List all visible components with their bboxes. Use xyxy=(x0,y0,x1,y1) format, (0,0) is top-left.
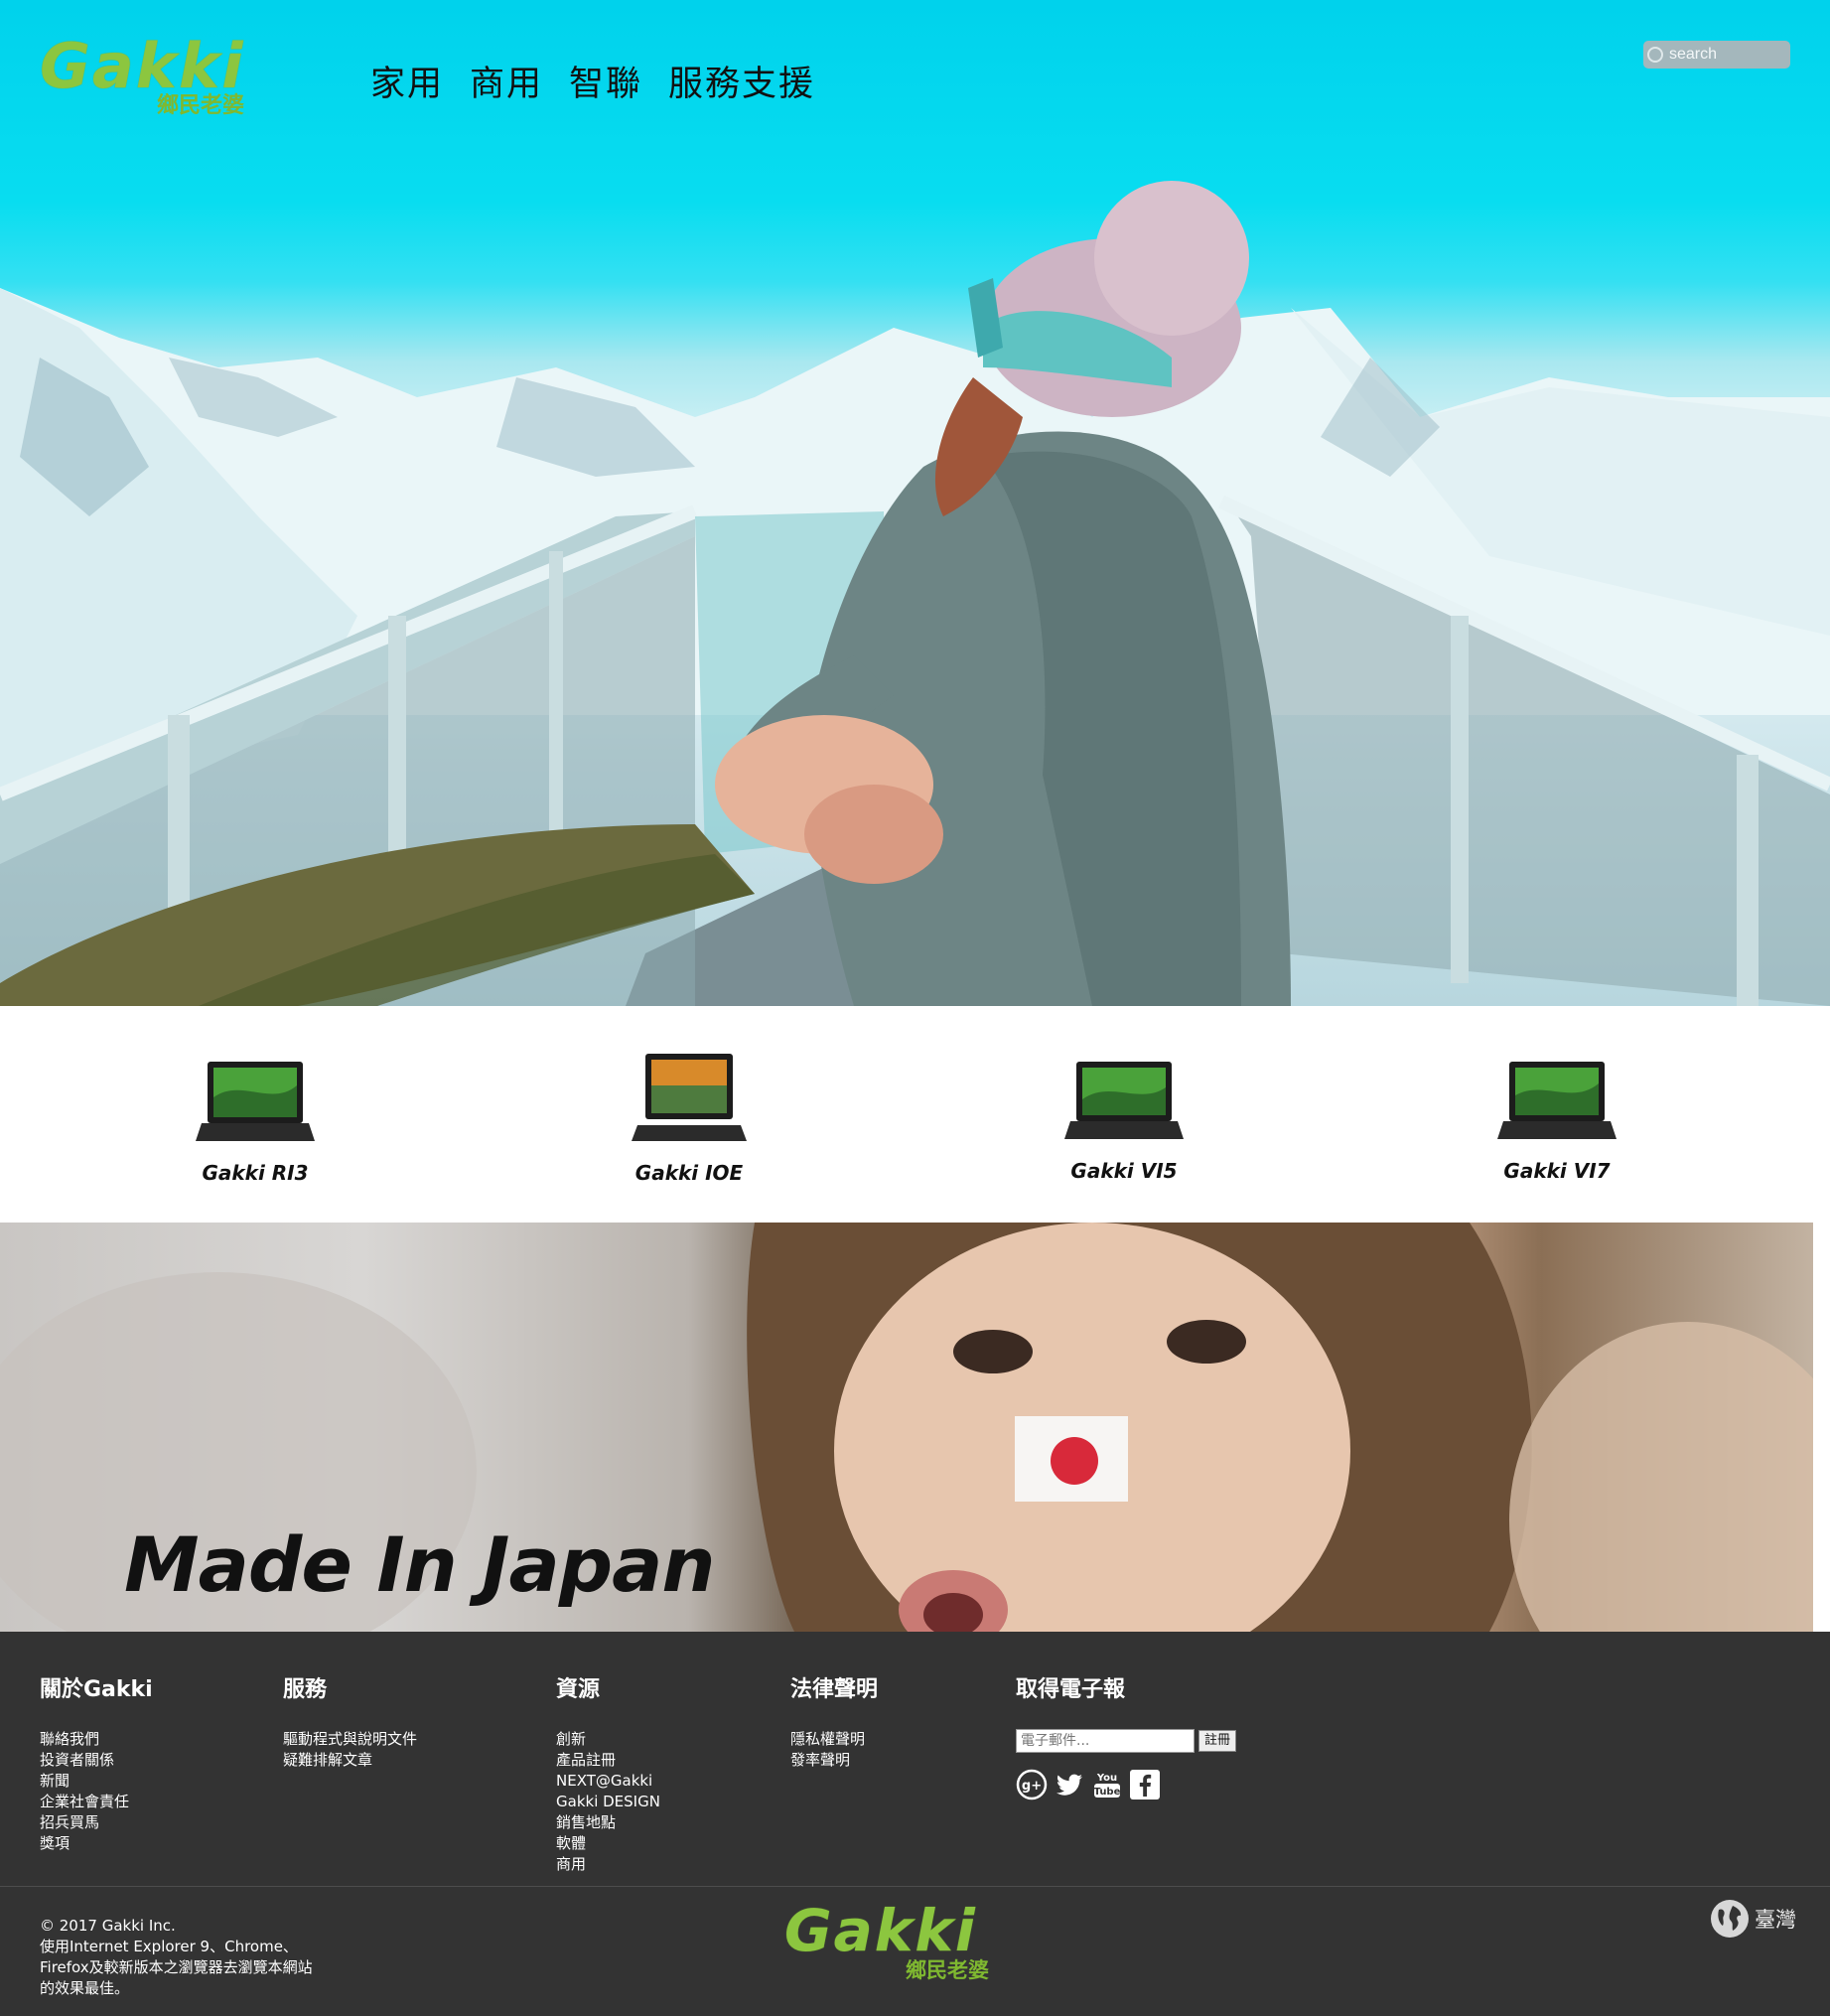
facebook-icon[interactable] xyxy=(1129,1769,1161,1800)
nav-item-support[interactable]: 服務支援 xyxy=(668,56,815,106)
search-icon[interactable] xyxy=(1647,47,1663,63)
product-card[interactable]: Gakki VI7 xyxy=(1458,1058,1656,1183)
footer-logo[interactable]: Gakki 鄉民老婆 xyxy=(784,1900,989,1983)
logo-wordmark: Gakki xyxy=(784,1897,977,1964)
footer-link[interactable]: 軟體 xyxy=(556,1833,660,1854)
region-label: 臺灣 xyxy=(1755,1908,1796,1932)
browser-note: 的效果最佳。 xyxy=(40,1979,130,1997)
search-box xyxy=(1643,41,1790,69)
svg-text:Tube: Tube xyxy=(1094,1787,1121,1798)
laptop-image xyxy=(1497,1062,1617,1139)
footer-link[interactable]: 招兵買馬 xyxy=(40,1812,153,1833)
footer-link[interactable]: 商用 xyxy=(556,1854,660,1875)
footer-link[interactable]: 創新 xyxy=(556,1729,660,1750)
product-label: Gakki IOE xyxy=(634,1161,744,1185)
footer-column-title: 資源 xyxy=(556,1677,601,1702)
footer-link[interactable]: 疑難排解文章 xyxy=(283,1750,417,1771)
google-plus-icon[interactable]: g+ xyxy=(1016,1769,1048,1800)
promo-banner[interactable]: Made In Japan xyxy=(0,1223,1813,1632)
browser-note: 使用Internet Explorer 9、Chrome、 xyxy=(40,1938,298,1955)
laptop-image xyxy=(1064,1062,1184,1139)
banner-title: Made In Japan xyxy=(124,1520,716,1609)
main-nav: 家用 商用 智聯 服務支援 xyxy=(370,56,815,106)
product-card[interactable]: Gakki RI3 xyxy=(156,1058,354,1185)
logo-subtext: 鄉民老婆 xyxy=(906,1958,989,1982)
footer-column-title: 關於Gakki xyxy=(40,1677,153,1702)
product-strip: Gakki RI3 Gakki IOE Gakki VI5 Gakki VI7 xyxy=(0,1006,1830,1223)
footer-link[interactable]: 發率聲明 xyxy=(790,1750,878,1771)
browser-note: Firefox及較新版本之瀏覽器去瀏覽本網站 xyxy=(40,1958,313,1976)
twitter-icon[interactable] xyxy=(1054,1769,1085,1800)
footer-link[interactable]: 新聞 xyxy=(40,1771,153,1792)
svg-text:g+: g+ xyxy=(1022,1779,1042,1794)
youtube-icon[interactable]: You Tube xyxy=(1091,1769,1123,1800)
newsletter-signup-button[interactable]: 註冊 xyxy=(1198,1730,1237,1752)
globe-icon xyxy=(1711,1900,1749,1938)
footer-link[interactable]: 投資者關係 xyxy=(40,1750,153,1771)
logo-subtext: 鄉民老婆 xyxy=(157,93,245,118)
footer-divider xyxy=(0,1886,1830,1887)
footer-column-legal: 法律聲明 隱私權聲明 發率聲明 xyxy=(790,1671,878,1771)
footer-link[interactable]: Gakki DESIGN xyxy=(556,1792,660,1812)
nav-item-business[interactable]: 商用 xyxy=(470,56,543,106)
footer-link[interactable]: 隱私權聲明 xyxy=(790,1729,878,1750)
footer-link[interactable]: 銷售地點 xyxy=(556,1812,660,1833)
footer-column-service: 服務 驅動程式與說明文件 疑難排解文章 xyxy=(283,1671,417,1771)
logo-wordmark: Gakki xyxy=(40,30,245,102)
footer-column-title: 服務 xyxy=(283,1677,328,1702)
nav-item-home[interactable]: 家用 xyxy=(370,56,444,106)
newsletter-title: 取得電子報 xyxy=(1016,1677,1126,1702)
hero-image xyxy=(0,181,1830,1006)
laptop-image xyxy=(632,1054,747,1141)
banner-edge xyxy=(1813,1223,1830,1632)
product-card[interactable]: Gakki VI5 xyxy=(1025,1058,1223,1183)
site-footer: 關於Gakki 聯絡我們 投資者關係 新聞 企業社會責任 招兵買馬 獎項 服務 … xyxy=(0,1632,1830,2016)
footer-link[interactable]: 產品註冊 xyxy=(556,1750,660,1771)
newsletter-email-input[interactable] xyxy=(1016,1729,1195,1753)
product-label: Gakki VI5 xyxy=(1070,1159,1178,1183)
legal-notice: © 2017 Gakki Inc. 使用Internet Explorer 9、… xyxy=(40,1916,313,1999)
header-logo[interactable]: Gakki 鄉民老婆 xyxy=(40,36,244,119)
svg-text:You: You xyxy=(1096,1773,1117,1784)
footer-link[interactable]: 聯絡我們 xyxy=(40,1729,153,1750)
search-input[interactable] xyxy=(1669,46,1786,64)
newsletter-section: 取得電子報 註冊 g+ You Tube xyxy=(1016,1671,1237,1800)
social-links: g+ You Tube xyxy=(1016,1769,1236,1800)
footer-link[interactable]: 獎項 xyxy=(40,1833,153,1854)
copyright-text: © 2017 Gakki Inc. xyxy=(40,1917,176,1935)
product-label: Gakki VI7 xyxy=(1503,1159,1611,1183)
footer-link[interactable]: NEXT@Gakki xyxy=(556,1771,660,1792)
nav-item-smart[interactable]: 智聯 xyxy=(569,56,642,106)
footer-link[interactable]: 驅動程式與說明文件 xyxy=(283,1729,417,1750)
product-label: Gakki RI3 xyxy=(202,1161,309,1185)
footer-column-about: 關於Gakki 聯絡我們 投資者關係 新聞 企業社會責任 招兵買馬 獎項 xyxy=(40,1671,153,1854)
hero-banner: Gakki 鄉民老婆 家用 商用 智聯 服務支援 xyxy=(0,0,1830,1006)
product-card[interactable]: Gakki IOE xyxy=(590,1050,788,1185)
footer-column-title: 法律聲明 xyxy=(790,1677,879,1702)
footer-column-resources: 資源 創新 產品註冊 NEXT@Gakki Gakki DESIGN 銷售地點 … xyxy=(556,1671,660,1875)
footer-link[interactable]: 企業社會責任 xyxy=(40,1792,153,1812)
region-selector[interactable]: 臺灣 xyxy=(1711,1900,1796,1938)
laptop-image xyxy=(196,1062,315,1141)
